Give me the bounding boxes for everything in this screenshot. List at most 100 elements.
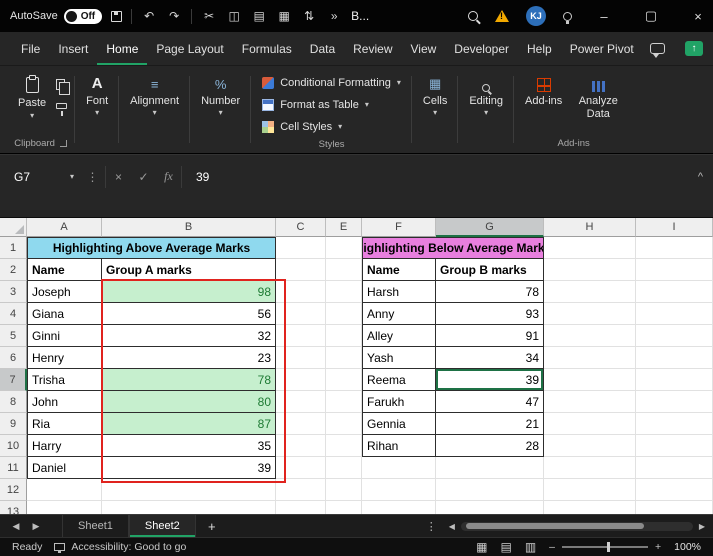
cell[interactable] (544, 479, 636, 501)
normal-view-icon[interactable]: ▦ (476, 540, 487, 554)
cell-b8[interactable]: 80 (102, 391, 276, 413)
cell-f2[interactable]: Name (362, 259, 436, 281)
cell-g4[interactable]: 93 (436, 303, 544, 325)
sheet-nav-right-icon[interactable]: ▶ (28, 521, 44, 532)
more-commands-icon[interactable]: » (326, 9, 342, 23)
column-header-f[interactable]: F (362, 218, 436, 237)
cell[interactable] (326, 479, 362, 501)
cell[interactable] (362, 479, 436, 501)
cell-f5[interactable]: Alley (362, 325, 436, 347)
tab-file[interactable]: File (12, 32, 49, 65)
cell[interactable] (544, 501, 636, 514)
font-button[interactable]: A Font ▾ (80, 70, 114, 116)
sheetbar-ellipsis-icon[interactable]: ⋮ (426, 520, 437, 533)
row-header-3[interactable]: 3 (0, 281, 27, 303)
row-header-8[interactable]: 8 (0, 391, 27, 413)
page-layout-view-icon[interactable]: ▤ (500, 540, 511, 554)
cell[interactable] (436, 457, 544, 479)
zoom-level[interactable]: 100% (674, 541, 701, 553)
cell-styles-button[interactable]: Cell Styles ▾ (256, 116, 407, 138)
tab-data[interactable]: Data (301, 32, 344, 65)
row-header-6[interactable]: 6 (0, 347, 27, 369)
enter-icon[interactable]: ✓ (131, 170, 156, 184)
cell-a5[interactable]: Ginni (27, 325, 102, 347)
cell[interactable] (276, 325, 326, 347)
cell-g8[interactable]: 47 (436, 391, 544, 413)
save-icon[interactable] (111, 11, 122, 22)
undo-icon[interactable]: ↶ (141, 9, 157, 23)
column-header-b[interactable]: B (102, 218, 276, 237)
tab-formulas[interactable]: Formulas (233, 32, 301, 65)
cell[interactable] (326, 347, 362, 369)
name-box[interactable]: G7 ▾ (0, 170, 80, 184)
warning-icon[interactable]: ! (495, 10, 509, 22)
tab-page-layout[interactable]: Page Layout (147, 32, 232, 65)
cell[interactable] (276, 413, 326, 435)
copy-icon[interactable] (56, 79, 65, 90)
cell-b3[interactable]: 98 (102, 281, 276, 303)
cell-g7-active[interactable]: 39 (436, 369, 544, 391)
cell[interactable] (326, 501, 362, 514)
cell[interactable] (276, 259, 326, 281)
cell[interactable] (27, 501, 102, 514)
horizontal-scrollbar[interactable] (461, 522, 693, 531)
cell[interactable] (544, 413, 636, 435)
cell-b7[interactable]: 78 (102, 369, 276, 391)
cell[interactable] (326, 303, 362, 325)
format-as-table-button[interactable]: Format as Table ▾ (256, 94, 407, 116)
cell[interactable] (276, 369, 326, 391)
analyze-data-button[interactable]: Analyze Data (568, 70, 628, 120)
cell[interactable] (436, 479, 544, 501)
cell-a7[interactable]: Trisha (27, 369, 102, 391)
cell[interactable] (362, 501, 436, 514)
row-header-11[interactable]: 11 (0, 457, 27, 479)
zoom-slider[interactable] (562, 546, 648, 548)
cell-f10[interactable]: Rihan (362, 435, 436, 457)
editing-button[interactable]: Editing ▾ (463, 70, 509, 116)
cell-b5[interactable]: 32 (102, 325, 276, 347)
cell-g2[interactable]: Group B marks (436, 259, 544, 281)
number-button[interactable]: % Number ▾ (195, 70, 246, 116)
tab-view[interactable]: View (402, 32, 446, 65)
cell[interactable] (636, 325, 713, 347)
cell-g3[interactable]: 78 (436, 281, 544, 303)
cell-a4[interactable]: Giana (27, 303, 102, 325)
cell-b10[interactable]: 35 (102, 435, 276, 457)
cell-a11[interactable]: Daniel (27, 457, 102, 479)
accessibility-status[interactable]: Accessibility: Good to go (54, 541, 186, 553)
cell[interactable] (276, 457, 326, 479)
add-sheet-icon[interactable]: + (200, 519, 224, 534)
cell[interactable] (544, 347, 636, 369)
cell[interactable] (636, 413, 713, 435)
cell[interactable] (636, 259, 713, 281)
cell-a3[interactable]: Joseph (27, 281, 102, 303)
cell[interactable] (276, 347, 326, 369)
column-header-h[interactable]: H (544, 218, 636, 237)
zoom-slider-knob[interactable] (607, 542, 610, 552)
row-header-12[interactable]: 12 (0, 479, 27, 501)
cell-a2[interactable]: Name (27, 259, 102, 281)
zoom-out-icon[interactable]: – (549, 541, 555, 553)
cell[interactable] (326, 413, 362, 435)
cell-f6[interactable]: Yash (362, 347, 436, 369)
cell[interactable] (636, 303, 713, 325)
row-header-7[interactable]: 7 (0, 369, 27, 391)
scroll-left-icon[interactable]: ◀ (449, 522, 455, 531)
tab-power-pivot[interactable]: Power Pivot (561, 32, 643, 65)
cell-f8[interactable]: Farukh (362, 391, 436, 413)
column-header-a[interactable]: A (27, 218, 102, 237)
cell[interactable] (326, 281, 362, 303)
row-header-13[interactable]: 13 (0, 501, 27, 514)
cell-f9[interactable]: Gennia (362, 413, 436, 435)
formula-input[interactable]: 39 (196, 170, 698, 184)
tab-review[interactable]: Review (344, 32, 401, 65)
cell[interactable] (276, 303, 326, 325)
cell-a6[interactable]: Henry (27, 347, 102, 369)
row-header-2[interactable]: 2 (0, 259, 27, 281)
cell[interactable] (636, 501, 713, 514)
page-break-view-icon[interactable]: ▥ (525, 540, 536, 554)
cell-g5[interactable]: 91 (436, 325, 544, 347)
insert-function-icon[interactable]: fx (156, 169, 181, 184)
alignment-button[interactable]: ≡ Alignment ▾ (124, 70, 185, 116)
sheet-tab-sheet1[interactable]: Sheet1 (62, 515, 129, 537)
